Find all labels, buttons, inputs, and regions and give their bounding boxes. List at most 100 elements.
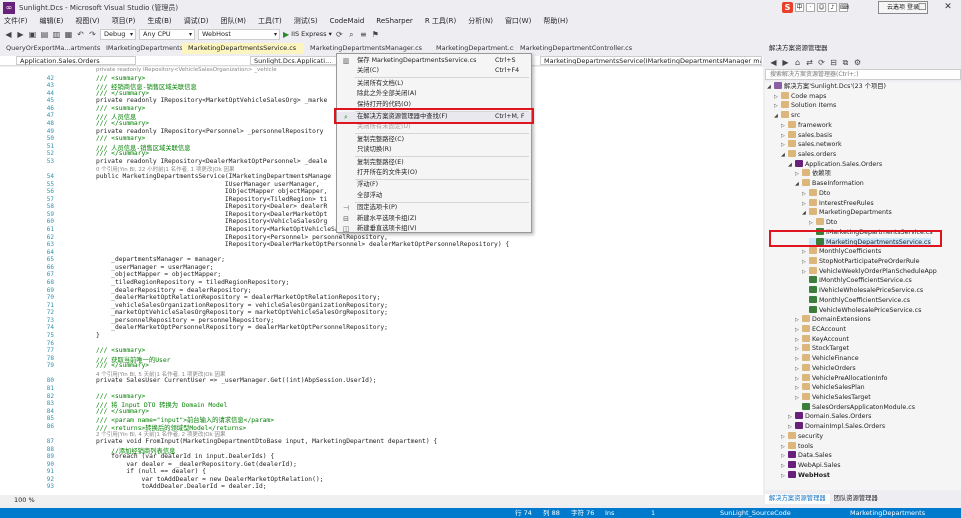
tree-node[interactable]: ▷ security (781, 431, 823, 441)
collapsed-arrow-icon[interactable]: ▷ (795, 336, 802, 345)
context-menu-item[interactable]: 浮动(F) (337, 180, 531, 190)
project-dropdown[interactable]: Application.Sales.Orders (16, 56, 136, 65)
ime-emoji-icon[interactable]: ☺ (817, 3, 826, 12)
menu-item[interactable]: 编辑(E) (40, 16, 64, 26)
context-menu-item[interactable]: ◫ 新建垂直选项卡组(V) (337, 224, 531, 234)
collapsed-arrow-icon[interactable]: ▷ (781, 462, 788, 471)
status-branch[interactable]: SunLight_SourceCode (720, 508, 791, 518)
sync-icon[interactable]: ⇄ (805, 58, 814, 67)
collapsed-arrow-icon[interactable]: ▷ (774, 102, 781, 111)
context-menu-item[interactable]: 打开所在的文件夹(O) (337, 168, 531, 178)
collapsed-arrow-icon[interactable]: ▷ (774, 93, 781, 102)
menu-item[interactable]: 测试(S) (294, 16, 318, 26)
collapse-all-icon[interactable]: ⊟ (829, 58, 838, 67)
redo-icon[interactable]: ↷ (88, 30, 97, 39)
panel-tab[interactable]: 解决方案资源管理器 (765, 494, 830, 504)
context-menu-item[interactable]: 除此之外全部关闭(A) (337, 89, 531, 99)
collapsed-arrow-icon[interactable]: ▷ (781, 452, 788, 461)
tree-node[interactable]: ▷ StockTarget (795, 344, 849, 353)
configuration-select[interactable]: Debug (100, 28, 136, 40)
tree-node[interactable]: ▷ Code maps (774, 91, 826, 102)
collapsed-arrow-icon[interactable]: ▷ (802, 268, 809, 277)
ime-keyboard-icon[interactable]: ⌨ (839, 3, 849, 12)
context-menu-item[interactable]: ⊣ 固定选项卡(P) (337, 203, 531, 213)
tree-node[interactable]: ▷ WebHost (781, 470, 830, 480)
tree-node[interactable]: ▷ ECAccount (795, 325, 846, 334)
bookmark-icon[interactable]: ⚑ (371, 30, 380, 39)
collapsed-arrow-icon[interactable]: ▷ (795, 365, 802, 374)
status-project[interactable]: MarketingDepartments (850, 508, 925, 518)
save-all-icon[interactable]: ▦ (64, 30, 73, 39)
collapsed-arrow-icon[interactable]: ▷ (781, 443, 788, 452)
collapsed-arrow-icon[interactable]: ▷ (795, 394, 802, 403)
context-menu-item[interactable]: 关闭所有文档(L) (337, 79, 531, 89)
menu-item[interactable]: 视图(V) (75, 16, 99, 26)
forward-icon[interactable]: ▶ (781, 58, 790, 67)
expanded-arrow-icon[interactable]: ◢ (802, 209, 809, 218)
menu-item[interactable]: CodeMaid (330, 17, 365, 25)
tree-node[interactable]: ▷ Data.Sales (781, 451, 832, 460)
tree-node[interactable]: ▷ KeyAccount (795, 334, 849, 345)
tree-node[interactable]: ▷ DomainImpl.Sales.Orders (788, 422, 885, 431)
tree-node[interactable]: ◢ MarketingDepartments (802, 208, 892, 217)
collapsed-arrow-icon[interactable]: ▷ (802, 258, 809, 267)
menu-item[interactable]: 项目(P) (112, 16, 136, 26)
expanded-arrow-icon[interactable]: ◢ (795, 180, 802, 189)
tree-node[interactable]: ◢ BaseInformation (795, 179, 864, 188)
menu-item[interactable]: 文件(F) (4, 16, 28, 26)
context-menu-item[interactable]: ▥ 保存 MarketingDepartmentsService.cs Ctrl+S (337, 56, 531, 66)
platform-select[interactable]: Any CPU (139, 28, 195, 40)
context-menu-item[interactable]: 复制完整路径(C) (337, 135, 531, 145)
tree-node[interactable]: VehicleWholesalePriceService.cs (802, 305, 921, 315)
refresh-icon[interactable]: ⟳ (335, 30, 344, 39)
comment-icon[interactable]: ≡ (359, 30, 368, 39)
expanded-arrow-icon[interactable]: ◢ (781, 151, 788, 160)
tree-node[interactable]: ▷ framework (781, 120, 832, 130)
context-menu-item[interactable]: 只读切换(R) (337, 145, 531, 155)
tree-node[interactable]: ▷ VehicleSalesPlan (795, 383, 865, 392)
collapsed-arrow-icon[interactable]: ▷ (795, 375, 802, 384)
run-button[interactable]: ▶ IIS Express ▾ (283, 30, 332, 39)
collapsed-arrow-icon[interactable]: ▷ (795, 326, 802, 335)
expanded-arrow-icon[interactable]: ◢ (774, 112, 781, 121)
tree-node[interactable]: ▷ VehicleSalesTarget (795, 393, 871, 402)
back-icon[interactable]: ◀ (4, 30, 13, 39)
open-icon[interactable]: ▤ (40, 30, 49, 39)
type-dropdown[interactable]: Sunlight.Dcs.Applicati... (250, 56, 345, 65)
back-icon[interactable]: ◀ (769, 58, 778, 67)
tree-node[interactable]: ▷ Dto (809, 218, 837, 227)
collapsed-arrow-icon[interactable]: ▷ (781, 132, 788, 141)
tree-node[interactable]: ▷ WebApi.Sales (781, 461, 841, 470)
tree-node[interactable]: ▷ tools (781, 441, 813, 452)
ime-lang-icon[interactable]: 中 (795, 3, 804, 12)
tree-node[interactable]: ▷ Solution Items (774, 101, 836, 110)
tree-node[interactable]: ▷ DomainExtensions (795, 315, 871, 324)
collapsed-arrow-icon[interactable]: ▷ (795, 355, 802, 364)
tree-node[interactable]: ▷ InterestFreeRules (802, 198, 874, 208)
tree-node[interactable]: ◢ sales.orders (781, 150, 836, 159)
startup-project-select[interactable]: WebHost (198, 28, 280, 40)
close-icon[interactable]: ✕ (935, 0, 961, 15)
tree-node[interactable]: MonthlyCoefficientService.cs (802, 295, 910, 305)
tree-node[interactable]: ▷ StopNotParticipatePreOrderRule (802, 256, 920, 267)
collapsed-arrow-icon[interactable]: ▷ (788, 413, 795, 422)
tree-node[interactable]: ▷ VehicleFinance (795, 354, 859, 363)
new-project-icon[interactable]: ▣ (28, 30, 37, 39)
member-dropdown[interactable]: MarketingDepartmentsService(IMarketingDe… (540, 56, 762, 65)
find-icon[interactable]: ⌕ (347, 30, 356, 39)
minimize-icon[interactable]: – (883, 0, 909, 15)
expanded-arrow-icon[interactable]: ◢ (767, 83, 774, 92)
document-tab[interactable]: MarketingDepartmentsService.cs (182, 43, 304, 54)
ime-mic-icon[interactable]: ♪ (828, 3, 837, 12)
editor-zoom[interactable]: 100 % (0, 495, 763, 505)
undo-icon[interactable]: ↶ (76, 30, 85, 39)
collapsed-arrow-icon[interactable]: ▷ (795, 345, 802, 354)
collapsed-arrow-icon[interactable]: ▷ (788, 423, 795, 432)
tree-node[interactable]: ▷ sales.network (781, 140, 842, 149)
menu-item[interactable]: ReSharper (376, 17, 413, 25)
collapsed-arrow-icon[interactable]: ▷ (802, 190, 809, 199)
context-menu-item[interactable]: 全部浮动 (337, 191, 531, 201)
tree-node[interactable]: ▷ VehicleOrders (795, 363, 856, 374)
menu-item[interactable]: R 工具(R) (425, 16, 456, 26)
tree-node[interactable]: ▷ Dto (802, 188, 830, 199)
